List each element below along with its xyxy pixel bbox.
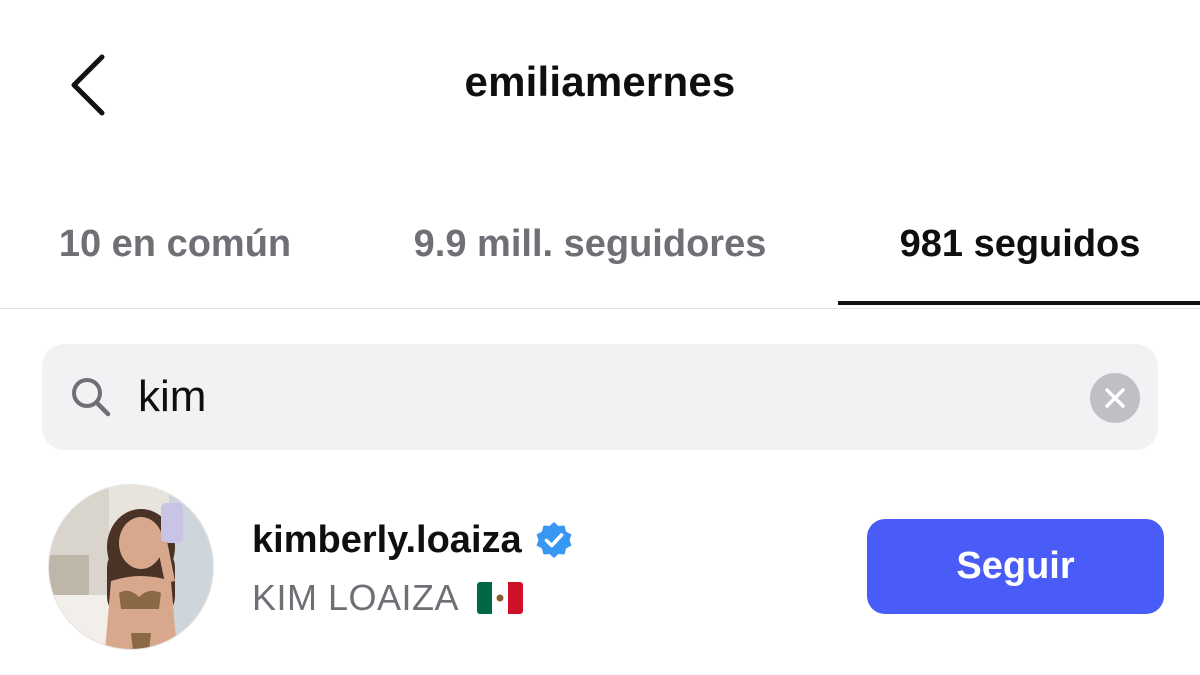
tabs-divider — [0, 308, 1200, 309]
following-list-screen: emiliamernes 10 en común 9.9 mill. segui… — [0, 0, 1200, 675]
avatar[interactable] — [48, 484, 214, 650]
page-title: emiliamernes — [464, 58, 736, 105]
username-row: kimberly.loaiza — [252, 515, 574, 565]
username[interactable]: kimberly.loaiza — [252, 519, 522, 562]
follow-button[interactable]: Seguir — [867, 519, 1164, 614]
verified-badge-icon — [536, 522, 572, 558]
clear-search-button[interactable] — [1090, 373, 1140, 423]
active-tab-indicator — [838, 301, 1200, 305]
mexico-flag-icon — [477, 582, 524, 614]
tab-followers[interactable]: 9.9 mill. seguidores — [360, 205, 820, 310]
search-bar — [42, 344, 1158, 450]
fullname-row: KIM LOAIZA — [252, 575, 524, 621]
header: emiliamernes — [0, 0, 1200, 170]
tab-bar: 10 en común 9.9 mill. seguidores 981 seg… — [0, 205, 1200, 310]
clear-icon — [1105, 388, 1125, 408]
search-icon — [72, 378, 111, 417]
list-item[interactable]: kimberly.loaiza KIM LOAIZA Seguir — [0, 475, 1200, 665]
search-input[interactable] — [138, 362, 1038, 432]
tab-following[interactable]: 981 seguidos — [840, 205, 1200, 310]
tab-mutual[interactable]: 10 en común — [10, 205, 340, 310]
full-name: KIM LOAIZA — [252, 577, 460, 618]
